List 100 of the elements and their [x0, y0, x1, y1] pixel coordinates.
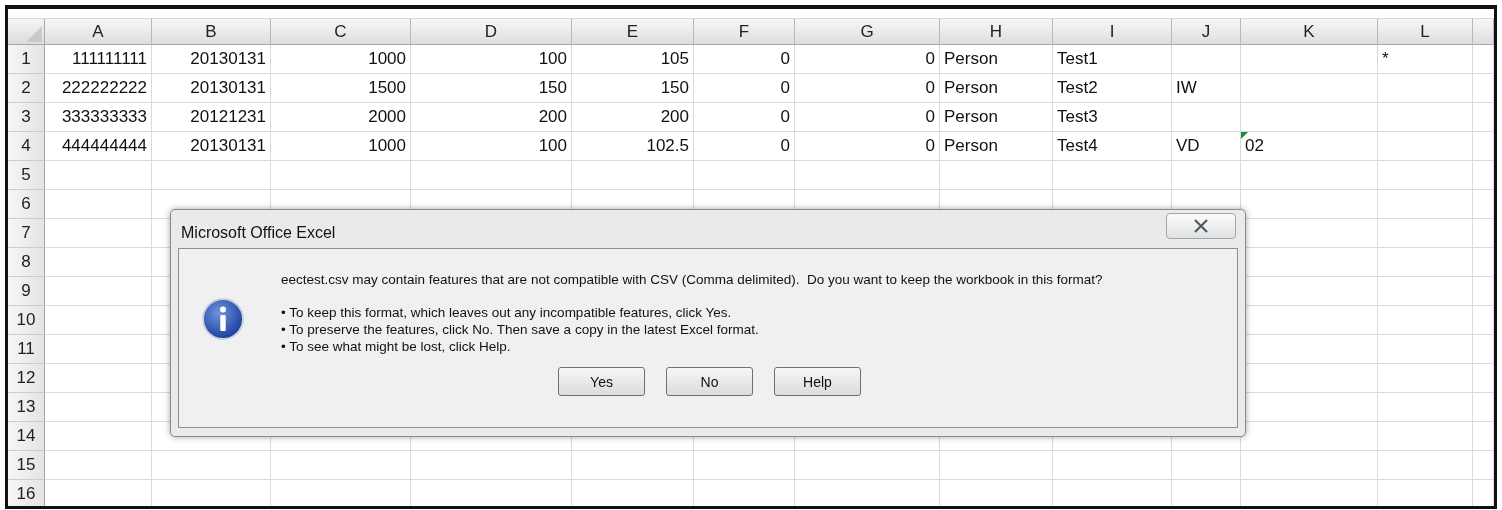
- row-header[interactable]: 13: [8, 393, 45, 422]
- select-all-button[interactable]: [8, 19, 45, 45]
- table-cell: VD: [1172, 132, 1241, 161]
- column-header[interactable]: [1473, 19, 1494, 45]
- bullet-text: • To preserve the features, click No. Then save a copy in the latest Excel format.: [281, 321, 760, 338]
- table-cell: 1000: [271, 132, 411, 161]
- dialog-title: Microsoft Office Excel: [181, 224, 336, 242]
- column-header[interactable]: D: [411, 19, 572, 45]
- table-cell: Test2: [1053, 74, 1172, 103]
- table-cell: 333333333: [45, 103, 152, 132]
- table-cell: Person: [940, 45, 1053, 74]
- table-cell: 222222222: [45, 74, 152, 103]
- empty-cell: [1473, 277, 1494, 306]
- table-cell: 20121231: [152, 103, 271, 132]
- empty-cell: [1172, 45, 1241, 74]
- column-header[interactable]: L: [1378, 19, 1473, 45]
- bullet-text: • To keep this format, which leaves out any incompatible features, click Yes.: [281, 304, 733, 321]
- row-header[interactable]: 5: [8, 161, 45, 190]
- column-header[interactable]: C: [271, 19, 411, 45]
- row-header[interactable]: 3: [8, 103, 45, 132]
- column-header[interactable]: A: [45, 19, 152, 45]
- table-cell: 100: [411, 45, 572, 74]
- empty-cell: [1473, 132, 1494, 161]
- table-cell: 111111111: [45, 45, 152, 74]
- info-icon: [201, 297, 245, 341]
- row-header[interactable]: 11: [8, 335, 45, 364]
- table-cell: 0: [795, 132, 940, 161]
- row-header[interactable]: 12: [8, 364, 45, 393]
- dialog-button[interactable]: Yes: [558, 367, 645, 396]
- empty-cell: [1473, 103, 1494, 132]
- dialog-message: eectest.csv may contain features that are not compatible with CSV (Comma delimited). Do you want to keep the workbook in this format?: [281, 271, 1103, 288]
- empty-cell: [1473, 219, 1494, 248]
- close-icon: [1192, 219, 1210, 233]
- row-header[interactable]: 2: [8, 74, 45, 103]
- table-cell: 20130131: [152, 132, 271, 161]
- empty-cell: [1473, 335, 1494, 364]
- table-cell: Person: [940, 103, 1053, 132]
- row-header[interactable]: 14: [8, 422, 45, 451]
- empty-cell: [1473, 306, 1494, 335]
- table-cell: Test1: [1053, 45, 1172, 74]
- empty-cell: [1172, 103, 1241, 132]
- table-cell: 1500: [271, 74, 411, 103]
- column-header[interactable]: H: [940, 19, 1053, 45]
- row-header[interactable]: 16: [8, 480, 45, 506]
- table-cell: 2000: [271, 103, 411, 132]
- empty-cell: [1473, 393, 1494, 422]
- table-cell: 102.5: [572, 132, 694, 161]
- error-indicator-icon: [1241, 132, 1248, 139]
- column-header[interactable]: I: [1053, 19, 1172, 45]
- empty-cell: [1473, 422, 1494, 451]
- table-cell: 100: [411, 132, 572, 161]
- table-cell: 0: [795, 45, 940, 74]
- table-cell: 0: [795, 74, 940, 103]
- row-header[interactable]: 4: [8, 132, 45, 161]
- table-cell: Person: [940, 74, 1053, 103]
- table-cell: 20130131: [152, 74, 271, 103]
- table-cell: 150: [411, 74, 572, 103]
- column-header[interactable]: K: [1241, 19, 1378, 45]
- column-header[interactable]: G: [795, 19, 940, 45]
- column-header[interactable]: J: [1172, 19, 1241, 45]
- table-cell: 0: [694, 74, 795, 103]
- dialog-button[interactable]: No: [666, 367, 753, 396]
- table-cell: IW: [1172, 74, 1241, 103]
- column-header[interactable]: F: [694, 19, 795, 45]
- empty-cell: [1172, 451, 1241, 480]
- empty-cell: [1473, 74, 1494, 103]
- table-cell: Person: [940, 132, 1053, 161]
- table-cell: 444444444: [45, 132, 152, 161]
- bullet-text: • To see what might be lost, click Help.: [281, 338, 512, 355]
- row-header[interactable]: 9: [8, 277, 45, 306]
- row-header[interactable]: 15: [8, 451, 45, 480]
- column-header[interactable]: B: [152, 19, 271, 45]
- row-header[interactable]: 7: [8, 219, 45, 248]
- triangle-icon: [26, 26, 42, 42]
- table-cell: Test3: [1053, 103, 1172, 132]
- empty-cell: [1473, 248, 1494, 277]
- table-cell: 150: [572, 74, 694, 103]
- table-cell: 1000: [271, 45, 411, 74]
- table-cell: *: [1378, 45, 1473, 74]
- row-header[interactable]: 10: [8, 306, 45, 335]
- empty-cell: [1473, 451, 1494, 480]
- table-cell: 200: [411, 103, 572, 132]
- table-cell: 105: [572, 45, 694, 74]
- table-cell: 0: [694, 103, 795, 132]
- row-header[interactable]: 8: [8, 248, 45, 277]
- row-header[interactable]: 1: [8, 45, 45, 74]
- column-header[interactable]: E: [572, 19, 694, 45]
- table-cell: 0: [694, 45, 795, 74]
- table-cell: 200: [572, 103, 694, 132]
- table-cell: 0: [795, 103, 940, 132]
- table-cell: 0: [694, 132, 795, 161]
- dialog-button[interactable]: Help: [774, 367, 861, 396]
- table-cell: Test4: [1053, 132, 1172, 161]
- empty-cell: [1473, 161, 1494, 190]
- empty-cell: [1473, 364, 1494, 393]
- empty-cell: [1473, 190, 1494, 219]
- table-cell: 02: [1241, 132, 1378, 161]
- table-cell: 20130131: [152, 45, 271, 74]
- row-header[interactable]: 6: [8, 190, 45, 219]
- close-button[interactable]: [1166, 213, 1236, 239]
